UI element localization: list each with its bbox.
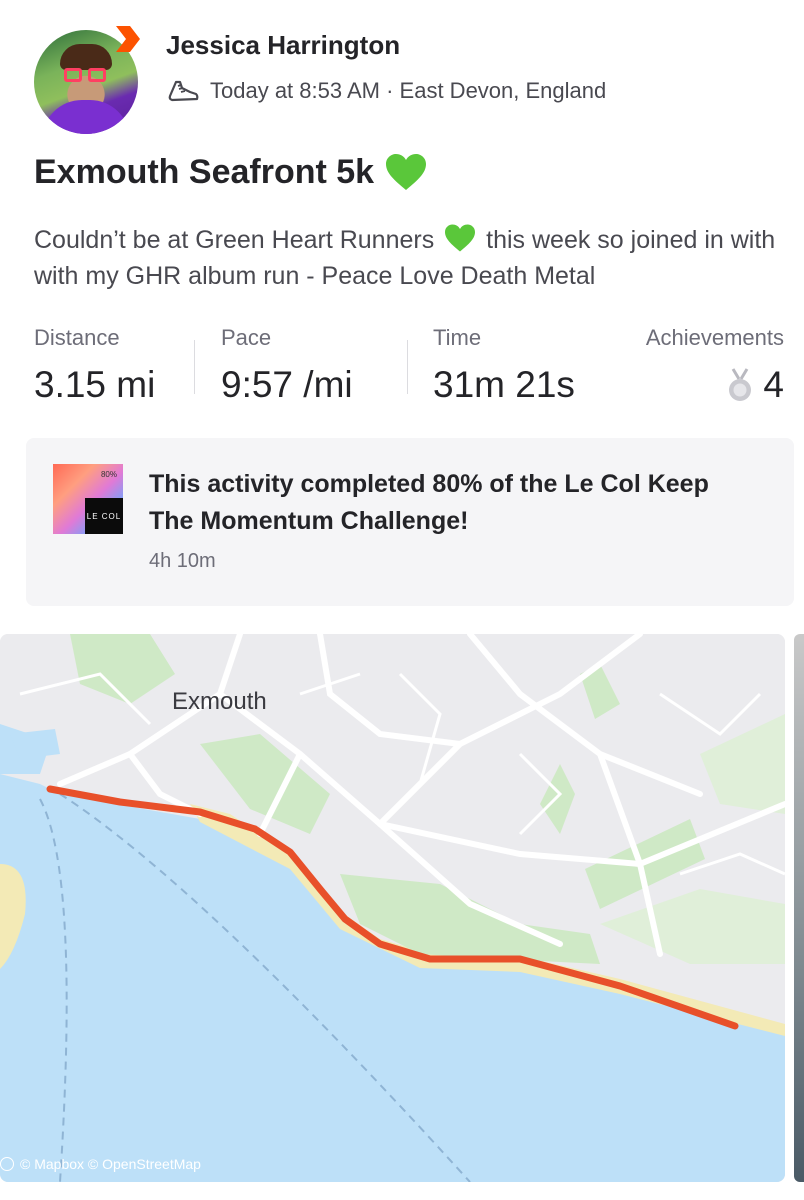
stat-distance-label: Distance [34, 325, 120, 350]
activity-description: Couldn’t be at Green Heart Runners this … [34, 222, 794, 294]
next-photo-preview[interactable] [794, 634, 804, 1182]
athlete-avatar[interactable] [34, 24, 142, 134]
strava-badge-icon [116, 26, 140, 52]
running-shoe-icon [168, 80, 199, 102]
stat-time-value: 31m 21s [433, 364, 575, 405]
stat-achievements-label: Achievements [645, 325, 784, 350]
activity-title-text: Exmouth Seafront 5k [34, 152, 375, 191]
stat-divider [407, 340, 408, 394]
map-credit-text: © Mapbox © OpenStreetMap [20, 1156, 201, 1172]
stat-pace-value: 9:57 /mi [221, 364, 353, 405]
challenge-image[interactable]: 80% LE COL [53, 464, 123, 534]
activity-title[interactable]: Exmouth Seafront 5k [34, 152, 428, 192]
challenge-text[interactable]: This activity completed 80% of the Le Co… [149, 466, 749, 540]
route-map[interactable] [0, 634, 785, 1182]
achievements-count: 4 [763, 364, 784, 405]
map-town-label: Exmouth [172, 688, 267, 715]
medal-icon [729, 368, 752, 401]
green-heart-icon [386, 154, 427, 190]
challenge-time: 4h 10m [149, 550, 216, 572]
stat-achievements[interactable]: 4 [725, 364, 784, 406]
green-heart-icon [445, 224, 476, 252]
activity-meta: Today at 8:53 AM · East Devon, England [166, 76, 606, 106]
athlete-name[interactable]: Jessica Harrington [166, 30, 400, 61]
stat-pace-label: Pace [221, 325, 272, 350]
map-credit: © Mapbox © OpenStreetMap [0, 1156, 201, 1172]
description-part1: Couldn’t be at Green Heart Runners [34, 226, 435, 254]
stat-distance-value: 3.15 mi [34, 364, 156, 405]
stat-divider [194, 340, 195, 394]
activity-date-location: Today at 8:53 AM · East Devon, England [210, 78, 607, 103]
stat-time-label: Time [433, 325, 482, 350]
le-col-logo: LE COL [85, 498, 123, 534]
challenge-image-percent: 80% [100, 470, 117, 479]
